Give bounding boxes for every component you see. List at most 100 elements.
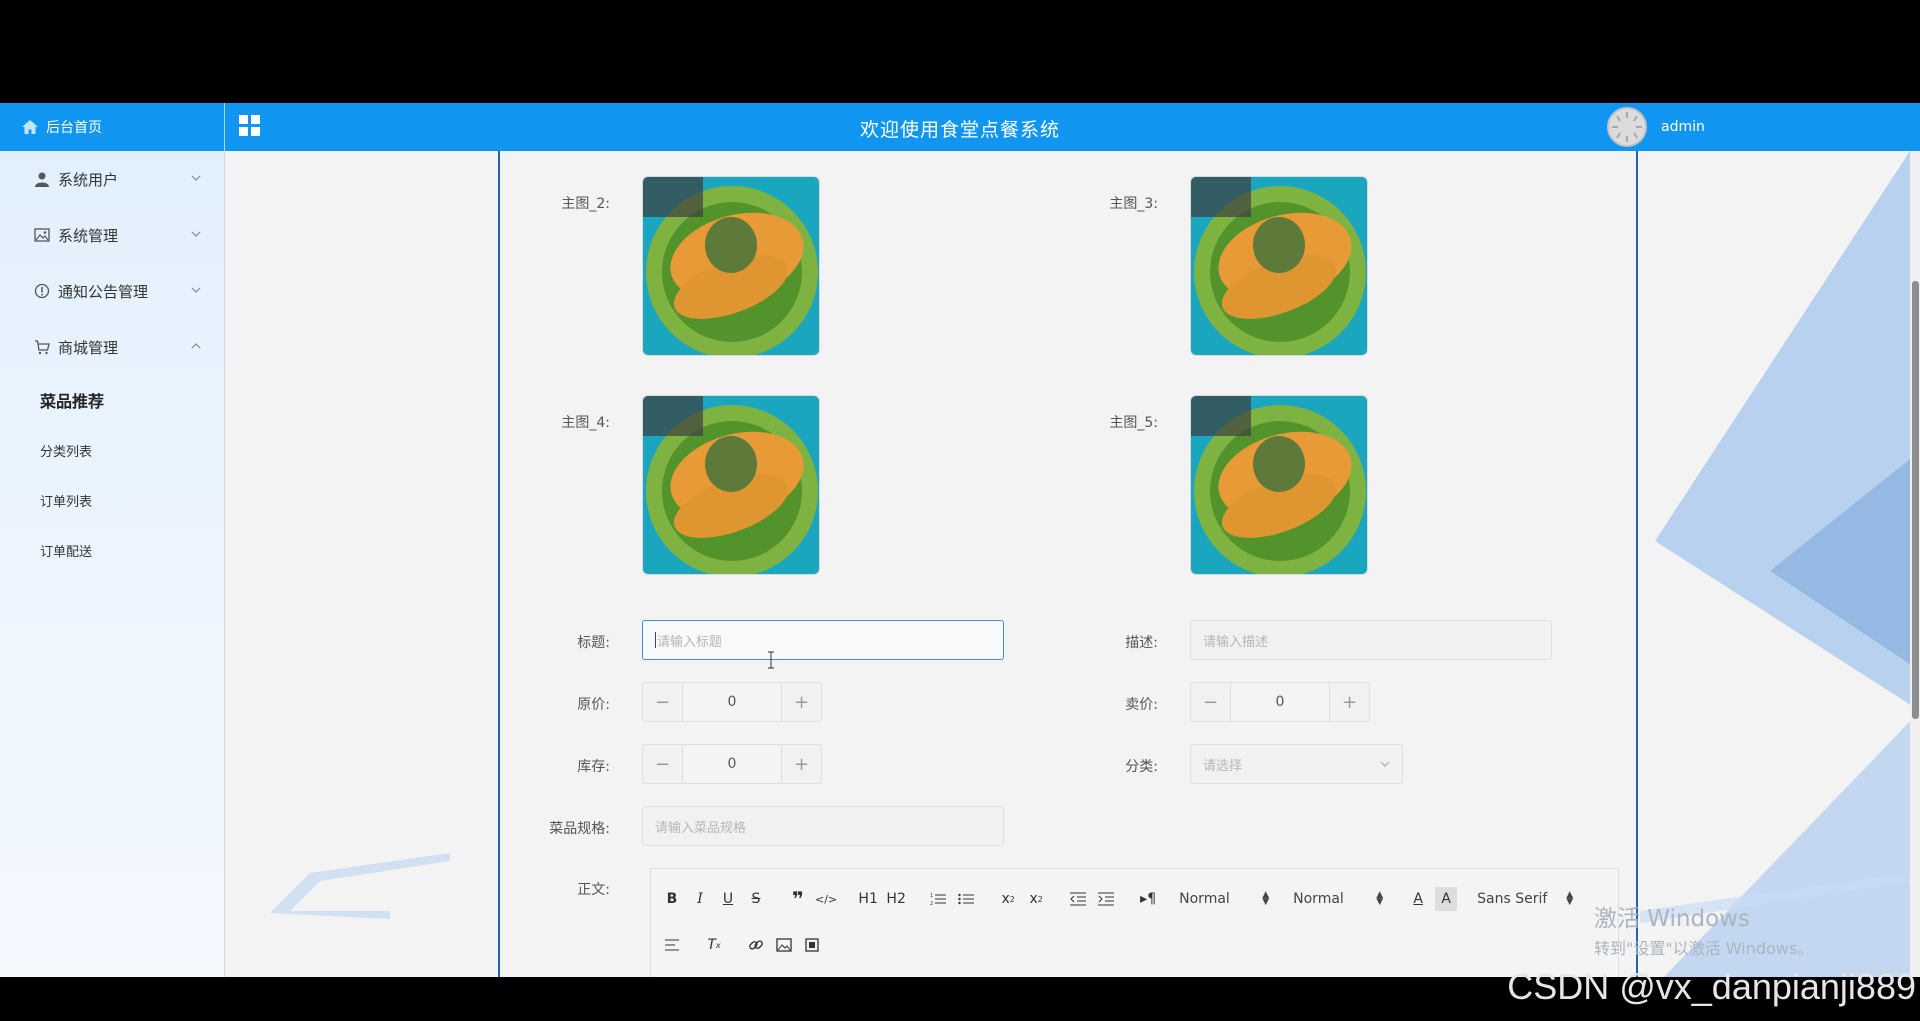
sale-price-stepper[interactable]: − 0 + xyxy=(1190,682,1370,722)
heading-select[interactable]: Normal ▲ ▼ xyxy=(1293,890,1384,908)
link-icon[interactable] xyxy=(745,933,767,957)
menu-mall-management[interactable]: 商城管理 xyxy=(0,319,224,375)
stock-stepper[interactable]: − 0 + xyxy=(642,744,822,784)
dish-form-panel: 主图_2: 主图_3: 主图_4: 主图_5: 标题: 请输入标题 描述: 请输… xyxy=(498,151,1638,977)
menu-label: 系统管理 xyxy=(58,226,119,245)
sidebar-item-order-list[interactable]: 订单列表 xyxy=(0,475,224,525)
text-direction-icon[interactable]: ▸¶ xyxy=(1137,887,1159,911)
image-5-label: 主图_5: xyxy=(1109,415,1158,431)
app-window: 后台首页 欢迎使用食堂点餐系统 admin 系统用户 系统管理 通知公告管理 商… xyxy=(0,103,1920,977)
video-insert-icon[interactable] xyxy=(801,933,823,957)
menu-system-management[interactable]: 系统管理 xyxy=(0,207,224,263)
decrement-button[interactable]: − xyxy=(643,745,683,783)
category-placeholder: 请选择 xyxy=(1203,758,1243,774)
sidebar-item-order-delivery[interactable]: 订单配送 xyxy=(0,525,224,575)
image-5-upload[interactable] xyxy=(1190,395,1368,575)
indent-icon[interactable] xyxy=(1095,887,1117,911)
chevron-up-icon xyxy=(191,343,201,349)
header-1-icon[interactable]: H1 xyxy=(857,887,879,911)
rich-text-editor[interactable]: B I U S ❞ </> H1 H2 12 x2 x2 ▸¶ Normal ▲… xyxy=(650,868,1619,977)
align-icon[interactable] xyxy=(661,933,683,957)
user-icon xyxy=(35,172,49,187)
sidebar-item-dish-recommend[interactable]: 菜品推荐 xyxy=(0,375,224,425)
desc-label: 描述: xyxy=(1125,635,1158,651)
code-block-icon[interactable]: </> xyxy=(815,887,837,911)
size-select[interactable]: Normal ▲ ▼ xyxy=(1179,890,1270,908)
sale-price-label: 卖价: xyxy=(1125,697,1158,713)
header-2-icon[interactable]: H2 xyxy=(885,887,907,911)
image-3-upload[interactable] xyxy=(1190,176,1368,356)
decrement-button[interactable]: − xyxy=(643,683,683,721)
bold-icon[interactable]: B xyxy=(661,887,683,911)
subscript-icon[interactable]: x2 xyxy=(997,887,1019,911)
font-select-value: Sans Serif xyxy=(1477,891,1548,907)
decrement-button[interactable]: − xyxy=(1191,683,1231,721)
size-select-value: Normal xyxy=(1179,891,1230,907)
desc-input[interactable]: 请输入描述 xyxy=(1190,620,1552,660)
underline-icon[interactable]: U xyxy=(717,887,739,911)
sale-price-value[interactable]: 0 xyxy=(1231,683,1329,721)
image-2-upload[interactable] xyxy=(642,176,820,356)
image-2-label: 主图_2: xyxy=(561,196,610,212)
image-4-upload[interactable] xyxy=(642,395,820,575)
user-name: admin xyxy=(1661,119,1705,135)
image-insert-icon[interactable] xyxy=(773,933,795,957)
background-color-icon[interactable]: A xyxy=(1435,887,1458,911)
activation-line-2: 转到"设置"以激活 Windows。 xyxy=(1594,939,1814,958)
menu-label: 通知公告管理 xyxy=(58,282,149,301)
top-bar: 后台首页 欢迎使用食堂点餐系统 admin xyxy=(0,103,1920,151)
chevron-down-icon xyxy=(191,287,201,293)
menu-label: 商城管理 xyxy=(58,338,119,357)
menu-notice-management[interactable]: 通知公告管理 xyxy=(0,263,224,319)
background-decoration-right xyxy=(1640,151,1920,977)
info-circle-icon xyxy=(34,283,50,299)
image-3-label: 主图_3: xyxy=(1109,196,1158,212)
stock-value[interactable]: 0 xyxy=(683,745,781,783)
sidebar-item-category-list[interactable]: 分类列表 xyxy=(0,425,224,475)
heading-select-value: Normal xyxy=(1293,891,1344,907)
blockquote-icon[interactable]: ❞ xyxy=(787,887,809,911)
title-placeholder: 请输入标题 xyxy=(657,634,723,650)
updown-icon: ▲ ▼ xyxy=(1376,890,1384,907)
chevron-down-icon xyxy=(1380,761,1390,767)
clear-format-icon[interactable]: Tx xyxy=(703,933,725,957)
food-image xyxy=(643,396,819,574)
activation-line-1: 激活 Windows xyxy=(1594,906,1750,932)
increment-button[interactable]: + xyxy=(1329,683,1369,721)
body-label: 正文: xyxy=(577,882,610,898)
strike-icon[interactable]: S xyxy=(745,887,767,911)
font-color-icon[interactable]: A xyxy=(1407,887,1429,911)
italic-icon[interactable]: I xyxy=(689,887,711,911)
original-price-value[interactable]: 0 xyxy=(683,683,781,721)
increment-button[interactable]: + xyxy=(781,683,821,721)
stock-label: 库存: xyxy=(577,759,610,775)
category-label: 分类: xyxy=(1125,759,1158,775)
cart-icon xyxy=(35,340,50,355)
scrollbar-thumb[interactable] xyxy=(1912,281,1919,719)
page-scrollbar[interactable] xyxy=(1910,151,1920,977)
windows-activation-notice: 激活 Windows 转到"设置"以激活 Windows。 xyxy=(1594,899,1813,959)
font-select[interactable]: Sans Serif ▲ ▼ xyxy=(1477,891,1573,908)
updown-icon: ▲ ▼ xyxy=(1262,890,1270,907)
loading-spinner-icon xyxy=(1612,112,1642,142)
sidebar: 系统用户 系统管理 通知公告管理 商城管理 菜品推荐 分类列表 订单列表 订单配… xyxy=(0,151,225,977)
avatar xyxy=(1607,107,1647,147)
outdent-icon[interactable] xyxy=(1067,887,1089,911)
original-price-label: 原价: xyxy=(577,697,610,713)
bullet-list-icon[interactable] xyxy=(955,887,977,911)
category-select[interactable]: 请选择 xyxy=(1190,744,1403,784)
chevron-down-icon xyxy=(191,175,201,181)
food-image xyxy=(1191,177,1367,355)
chevron-down-icon xyxy=(191,231,201,237)
ordered-list-icon[interactable]: 12 xyxy=(927,887,949,911)
title-input[interactable]: 请输入标题 xyxy=(642,620,1004,660)
spec-input[interactable]: 请输入菜品规格 xyxy=(642,806,1004,846)
original-price-stepper[interactable]: − 0 + xyxy=(642,682,822,722)
user-menu[interactable]: admin xyxy=(1607,107,1705,147)
food-image xyxy=(643,177,819,355)
image-icon xyxy=(34,228,50,242)
superscript-icon[interactable]: x2 xyxy=(1025,887,1047,911)
increment-button[interactable]: + xyxy=(781,745,821,783)
title-label: 标题: xyxy=(577,635,610,651)
menu-system-users[interactable]: 系统用户 xyxy=(0,151,224,207)
